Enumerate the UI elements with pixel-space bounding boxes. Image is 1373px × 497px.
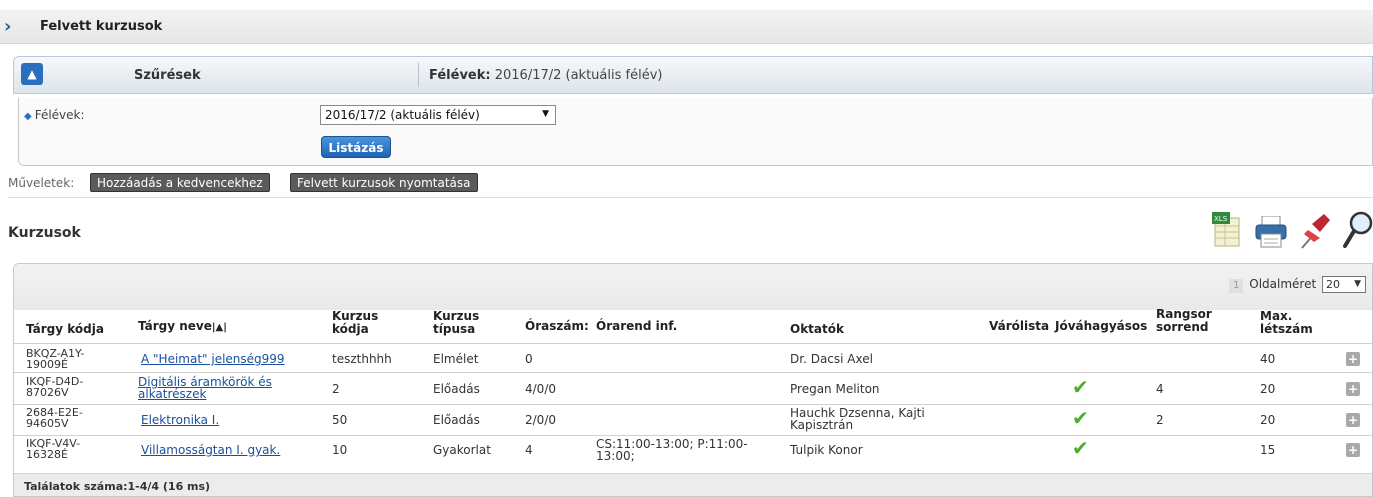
divider — [14, 404, 1372, 405]
print-courses-button[interactable]: Felvett kurzusok nyomtatása — [290, 173, 478, 192]
row3-hours: 2/0/0 — [525, 413, 556, 427]
page-title-bar: › Felvett kurzusok — [0, 10, 1373, 44]
row2-code: IKQF-D4D-87026V — [26, 375, 84, 399]
add-to-favorites-button[interactable]: Hozzáadás a kedvencekhez — [90, 173, 270, 192]
row4-name-link[interactable]: Villamosságtan I. gyak. — [141, 444, 280, 456]
filter-summary-label: Félévek: — [429, 68, 491, 83]
page-number[interactable]: 1 — [1229, 279, 1244, 293]
row4-timetable: CS:11:00-13:00; P:11:00-13:00; — [596, 437, 748, 463]
collapse-icon[interactable]: ▲ — [21, 63, 43, 85]
row3-course-code: 50 — [332, 413, 348, 427]
grid-top-bar: 1 Oldalméret 20 ▼ — [14, 264, 1372, 310]
row2-hours: 4/0/0 — [525, 382, 556, 396]
expand-plus-icon[interactable]: + — [1346, 352, 1360, 366]
expand-plus-icon[interactable]: + — [1346, 413, 1360, 427]
approved-check-icon: ✔ — [1072, 406, 1089, 430]
row3-rank: 2 — [1156, 413, 1164, 427]
pager: 1 Oldalméret 20 ▼ — [1229, 276, 1366, 293]
row4-course-code: 10 — [332, 443, 348, 457]
divider — [14, 343, 1372, 344]
row3-max: 20 — [1260, 413, 1276, 427]
row2-type: Előadás — [433, 382, 480, 396]
divider — [14, 372, 1372, 373]
grid-footer: Találatok száma:1-4/4 (16 ms) — [14, 473, 1372, 496]
row2-course-code: 2 — [332, 382, 340, 396]
row2-name-link[interactable]: Digitális áramkörök és alkatrészek — [138, 376, 318, 400]
col-header-code[interactable]: Tárgy kódja — [26, 323, 104, 336]
semester-select[interactable]: 2016/17/2 (aktuális félév) ▼ — [320, 105, 556, 125]
divider — [14, 435, 1372, 436]
col-header-course-code[interactable]: Kurzus kódja — [332, 310, 392, 336]
search-icon[interactable] — [1342, 210, 1373, 253]
col-header-teachers[interactable]: Oktatók — [790, 323, 844, 336]
grid-toolbar: XLS — [1212, 210, 1373, 250]
col-header-waitlist[interactable]: Várólista — [989, 320, 1049, 333]
row1-teachers: Dr. Dacsi Axel — [790, 352, 873, 366]
row4-type: Gyakorlat — [433, 443, 491, 457]
page-size-label: Oldalméret — [1249, 277, 1317, 291]
col-header-max[interactable]: Max. létszám — [1260, 310, 1318, 336]
expand-plus-icon[interactable]: + — [1346, 443, 1360, 457]
excel-export-icon[interactable]: XLS — [1212, 212, 1242, 251]
row3-type: Előadás — [433, 413, 480, 427]
results-count: Találatok száma:1-4/4 (16 ms) — [24, 480, 211, 493]
col-header-hours[interactable]: Óraszám: — [525, 320, 589, 333]
col-header-rank[interactable]: Rangsor sorrend — [1156, 308, 1214, 334]
row1-code: BKQZ-A1Y-19009É — [26, 347, 85, 371]
row1-course-code: teszthhhh — [332, 352, 392, 366]
dropdown-arrow-icon: ▼ — [1354, 279, 1361, 289]
diamond-bullet-icon: ◆ — [24, 111, 32, 122]
courses-grid: 1 Oldalméret 20 ▼ Tárgy kódja Tárgy neve|▲… — [13, 263, 1373, 497]
filter-panel-body: ◆ Félévek: 2016/17/2 (aktuális félév) ▼ L… — [18, 98, 1373, 166]
row4-max: 15 — [1260, 443, 1276, 457]
print-icon[interactable] — [1254, 215, 1288, 251]
expand-plus-icon[interactable]: + — [1346, 382, 1360, 396]
pin-icon[interactable] — [1298, 212, 1332, 253]
row1-type: Elmélet — [433, 352, 479, 366]
page-title: Felvett kurzusok — [40, 19, 163, 34]
filter-header-label: Szűrések — [134, 68, 201, 83]
row4-code: IKQF-V4V-16328É — [26, 437, 81, 461]
semester-select-value: 2016/17/2 (aktuális félév) — [325, 108, 480, 122]
row3-name-link[interactable]: Elektronika I. — [141, 414, 219, 426]
row2-teachers: Pregan Meliton — [790, 382, 880, 396]
row2-max: 20 — [1260, 382, 1276, 396]
row3-teachers: Hauchk Dzsenna, Kajti Kapisztrán — [790, 406, 925, 432]
row3-code: 2684-E2E-94605V — [26, 406, 83, 430]
approved-check-icon: ✔ — [1072, 375, 1089, 399]
semester-field-label-wrap: ◆ Félévek: — [24, 108, 85, 122]
section-title: Kurzusok — [8, 225, 81, 241]
filter-panel-header: ▲ Szűrések Félévek: 2016/17/2 (aktuális … — [13, 56, 1373, 94]
row1-max: 40 — [1260, 352, 1276, 366]
sort-asc-icon[interactable]: |▲| — [212, 322, 227, 333]
col-header-course-type[interactable]: Kurzus típusa — [433, 310, 493, 336]
row4-hours: 4 — [525, 443, 533, 457]
row4-teachers: Tulpik Konor — [790, 443, 863, 457]
divider — [8, 197, 1373, 198]
dropdown-arrow-icon: ▼ — [542, 109, 549, 119]
col-header-name[interactable]: Tárgy neve|▲| — [138, 320, 227, 334]
row1-hours: 0 — [525, 352, 533, 366]
semester-field-label: Félévek: — [34, 108, 85, 122]
page-size-select[interactable]: 20 ▼ — [1322, 276, 1366, 293]
divider — [418, 63, 419, 87]
operations-label: Műveletek: — [8, 176, 75, 190]
page-size-value: 20 — [1326, 278, 1340, 291]
list-button[interactable]: Listázás — [321, 136, 391, 158]
row1-name-link[interactable]: A "Heimat" jelenség999 — [141, 353, 285, 365]
chevron-right-icon[interactable]: › — [4, 18, 18, 36]
filter-summary-value: 2016/17/2 (aktuális félév) — [494, 68, 663, 83]
col-header-name-label: Tárgy neve — [138, 319, 212, 333]
svg-text:XLS: XLS — [1214, 215, 1228, 223]
row2-rank: 4 — [1156, 382, 1164, 396]
col-header-timetable[interactable]: Órarend inf. — [596, 320, 677, 333]
approved-check-icon: ✔ — [1072, 436, 1089, 460]
filter-summary: Félévek: 2016/17/2 (aktuális félév) — [429, 68, 662, 83]
col-header-approval[interactable]: Jóváhagyásos — [1055, 320, 1147, 333]
